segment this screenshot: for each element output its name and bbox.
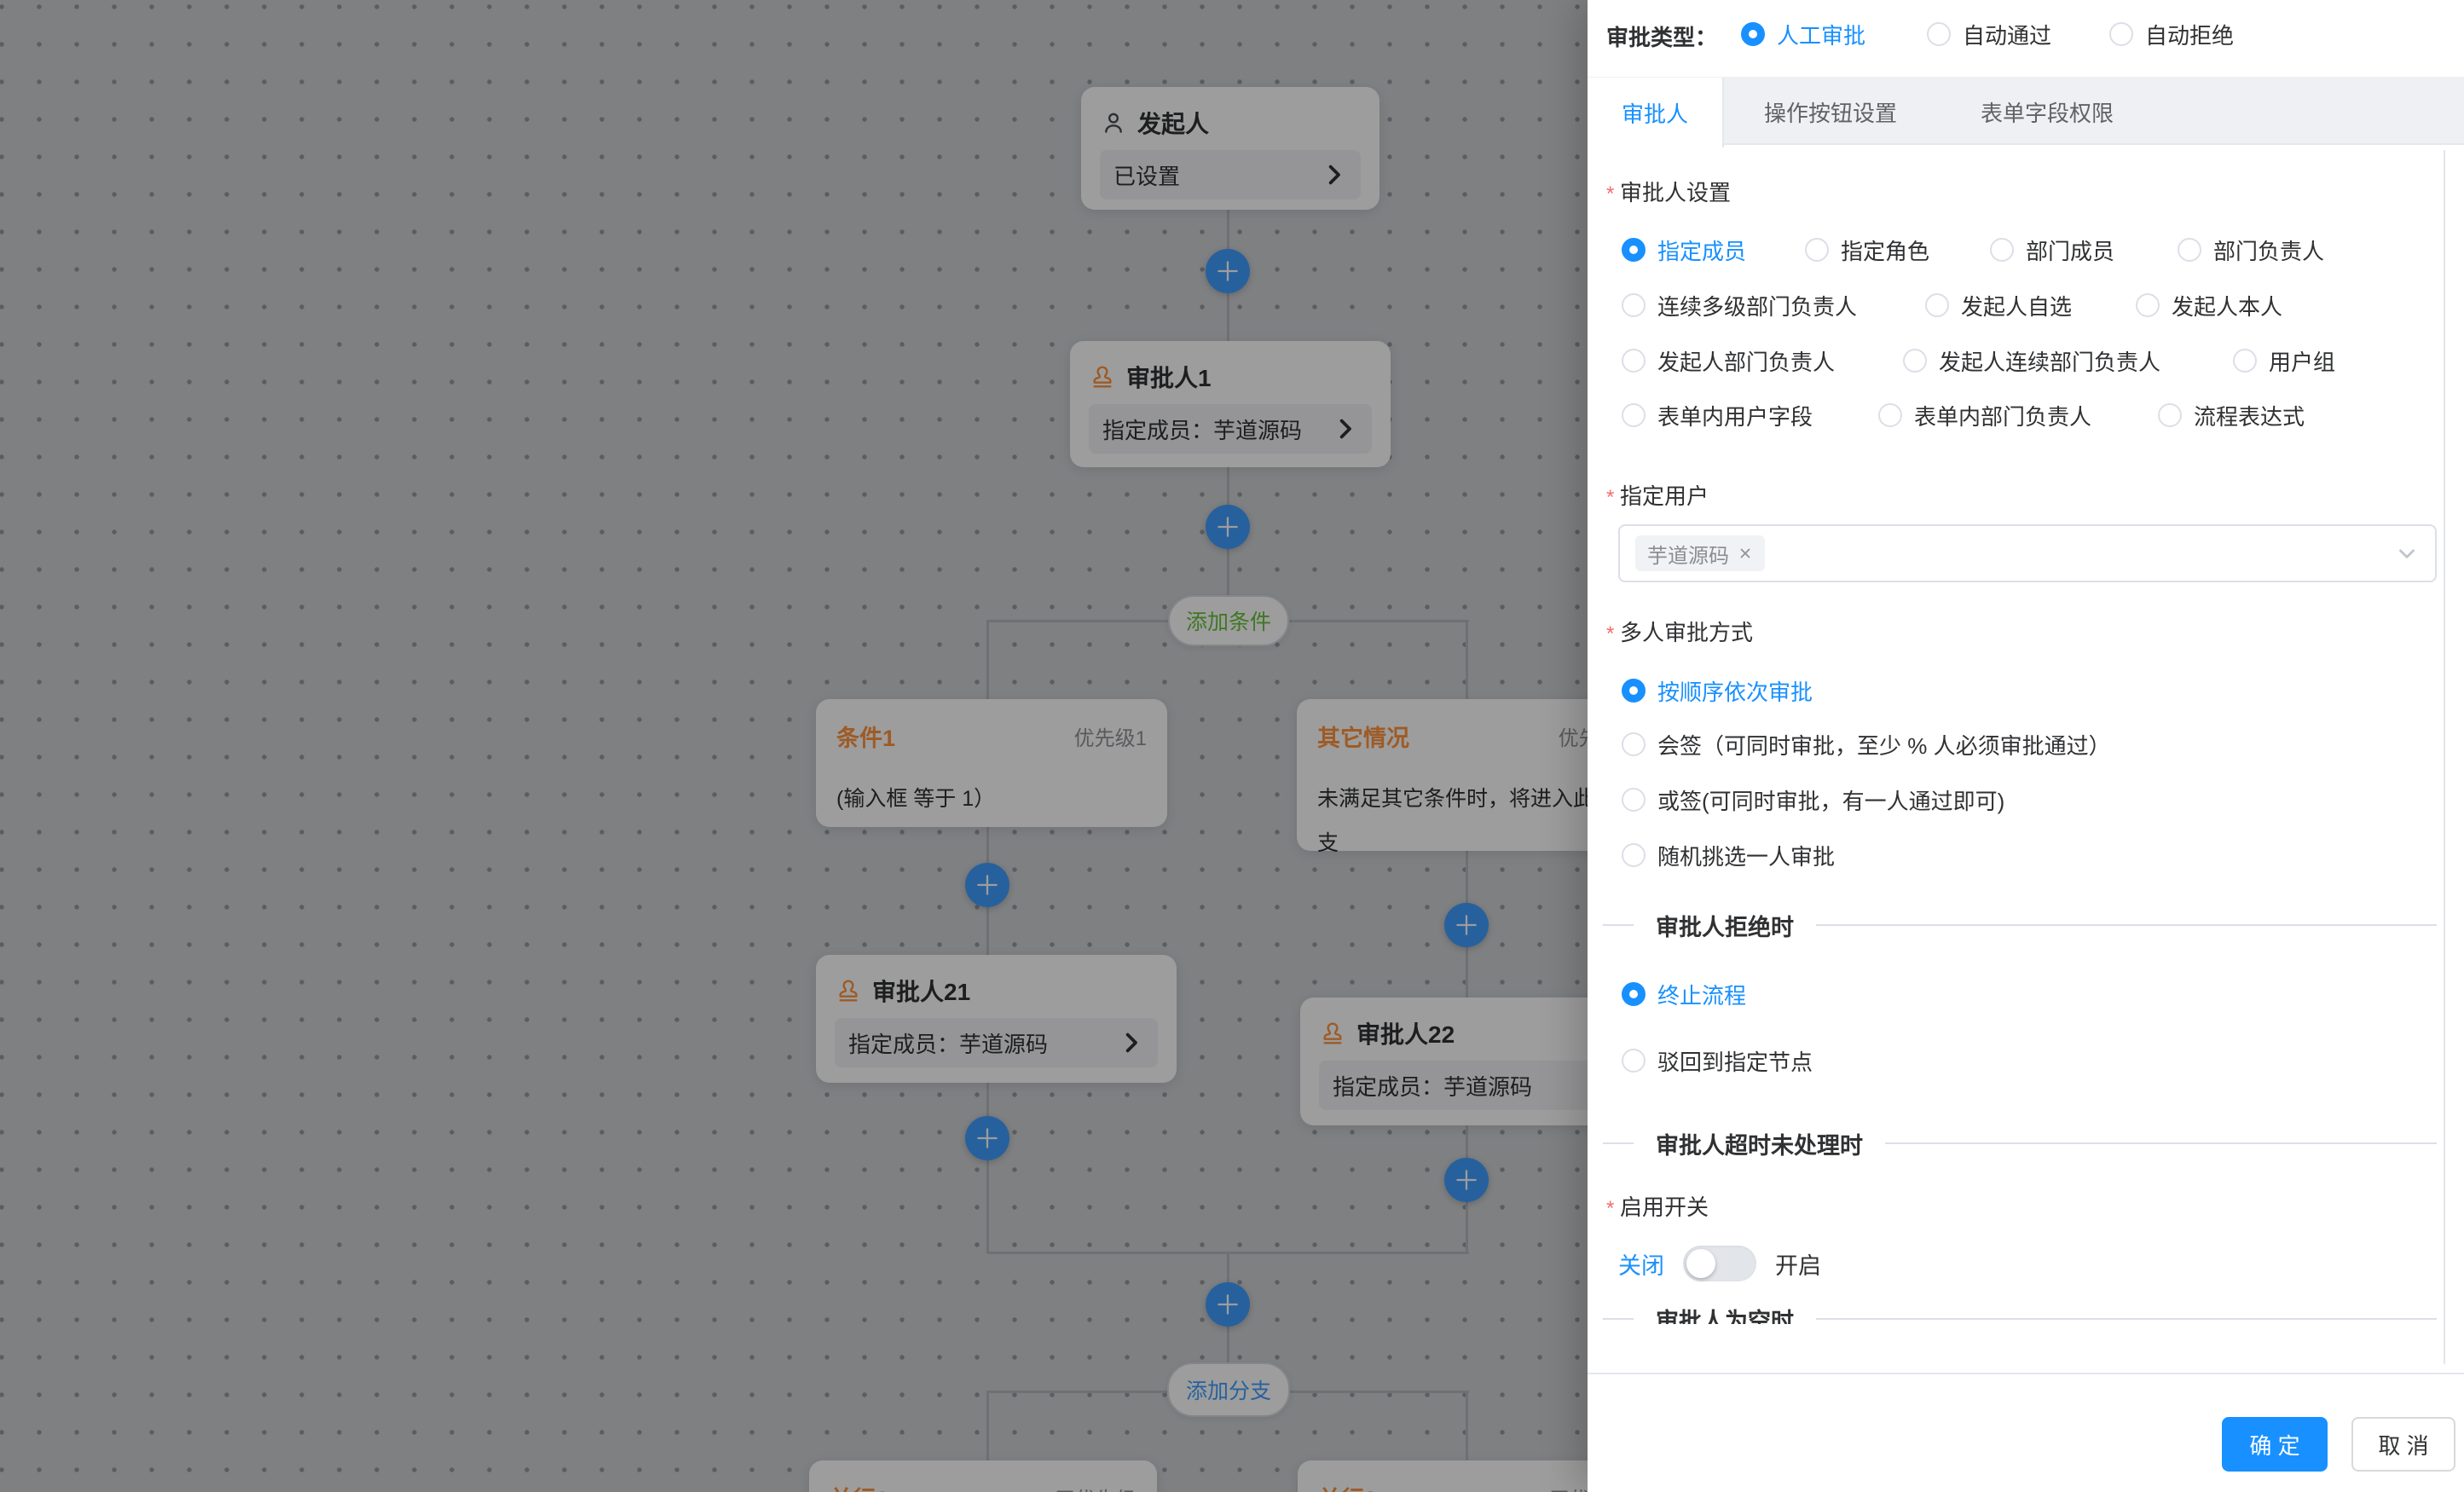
- radio-orsign[interactable]: 或签(可同时审批，有一人通过即可): [1622, 786, 2004, 813]
- radio-icon: [1622, 788, 1646, 812]
- radio-auto-reject[interactable]: 自动拒绝: [2109, 20, 2234, 48]
- radio-initiator-dept-leader[interactable]: 发起人部门负责人: [1622, 347, 1835, 374]
- radio-icon: [1622, 982, 1646, 1006]
- radio-multi-level-dept-leader[interactable]: 连续多级部门负责人: [1622, 292, 1857, 319]
- timeout-section-title: 审批人超时未处理时: [1656, 1127, 1863, 1160]
- panel-scrollbar[interactable]: [2444, 150, 2445, 1364]
- radio-icon: [1622, 349, 1646, 373]
- reject-section-title: 审批人拒绝时: [1656, 909, 1794, 942]
- workflow-designer: 发起人 已设置 审批人1 指定成员：芋道源码: [0, 0, 2464, 1492]
- radio-icon: [1622, 679, 1646, 703]
- radio-auto-pass[interactable]: 自动通过: [1927, 20, 2051, 48]
- tab-form-field-permission[interactable]: 表单字段权限: [1937, 78, 2157, 146]
- radio-icon: [1622, 732, 1646, 756]
- toggle-knob: [1686, 1249, 1715, 1278]
- tab-approver[interactable]: 审批人: [1588, 78, 1724, 147]
- radio-terminate-process[interactable]: 终止流程: [1622, 980, 1746, 1008]
- radio-initiator-multi-dept-leader[interactable]: 发起人连续部门负责人: [1903, 347, 2160, 374]
- assign-user-select[interactable]: 芋道源码: [1618, 524, 2437, 582]
- timeout-switch-row: 关闭 开启: [1618, 1243, 1821, 1284]
- radio-form-dept-leader[interactable]: 表单内部门负责人: [1878, 402, 2091, 429]
- clipped-section: 审批人为空时: [1588, 1305, 2464, 1324]
- approval-type-label: 审批类型：: [1606, 20, 1717, 52]
- radio-icon: [1622, 1049, 1646, 1073]
- radio-icon: [2136, 293, 2160, 317]
- radio-icon: [2158, 403, 2182, 427]
- radio-return-to-node[interactable]: 驳回到指定节点: [1622, 1047, 1813, 1074]
- approval-settings-panel: 审批类型： 人工审批 自动通过 自动拒绝 审批人 操作按钮设置 表单字段权限: [1588, 0, 2464, 1492]
- radio-dept-leader[interactable]: 部门负责人: [2178, 236, 2324, 263]
- switch-off-label: 关闭: [1618, 1247, 1664, 1281]
- radio-icon: [2178, 238, 2201, 262]
- radio-icon: [1622, 238, 1646, 262]
- radio-icon: [1622, 403, 1646, 427]
- radio-icon: [1741, 22, 1765, 46]
- approver-setting-label: 审批人设置: [1606, 176, 1731, 207]
- radio-random-one[interactable]: 随机挑选一人审批: [1622, 841, 1835, 869]
- radio-assign-member[interactable]: 指定成员: [1622, 236, 1746, 263]
- radio-icon: [2233, 349, 2257, 373]
- reject-section-divider: 审批人拒绝时: [1603, 911, 2437, 939]
- radio-manual-approval[interactable]: 人工审批: [1741, 20, 1865, 48]
- footer-divider: [1588, 1373, 2464, 1374]
- radio-user-group[interactable]: 用户组: [2233, 347, 2335, 374]
- radio-icon: [1903, 349, 1927, 373]
- settings-tabstrip: 审批人 操作按钮设置 表单字段权限: [1588, 77, 2464, 145]
- radio-icon: [2109, 22, 2133, 46]
- user-tag: 芋道源码: [1635, 535, 1765, 571]
- radio-dept-member[interactable]: 部门成员: [1990, 236, 2114, 263]
- switch-on-label: 开启: [1775, 1247, 1821, 1281]
- confirm-button[interactable]: 确 定: [2222, 1417, 2328, 1472]
- tag-close-icon[interactable]: [1738, 546, 1753, 561]
- radio-icon: [1622, 843, 1646, 867]
- empty-section-title: 审批人为空时: [1656, 1305, 1794, 1324]
- cancel-button[interactable]: 取 消: [2351, 1417, 2455, 1472]
- radio-initiator-choose[interactable]: 发起人自选: [1925, 292, 2072, 319]
- radio-icon: [1925, 293, 1949, 317]
- radio-icon: [1622, 293, 1646, 317]
- radio-icon: [1805, 238, 1829, 262]
- radio-countersign[interactable]: 会签（可同时审批，至少 % 人必须审批通过）: [1622, 731, 2111, 758]
- chevron-down-icon: [2394, 541, 2420, 566]
- multi-mode-label: 多人审批方式: [1606, 616, 1753, 647]
- radio-initiator-self[interactable]: 发起人本人: [2136, 292, 2282, 319]
- radio-sequential-approval[interactable]: 按顺序依次审批: [1622, 677, 1813, 704]
- assign-user-label: 指定用户: [1606, 479, 1709, 511]
- tab-action-buttons[interactable]: 操作按钮设置: [1724, 78, 1937, 146]
- timeout-section-divider: 审批人超时未处理时: [1603, 1130, 2437, 1157]
- empty-section-divider: 审批人为空时: [1603, 1305, 2437, 1324]
- radio-assign-role[interactable]: 指定角色: [1805, 236, 1929, 263]
- enable-switch-label: 启用开关: [1606, 1190, 1709, 1222]
- radio-icon: [1990, 238, 2014, 262]
- radio-process-expression[interactable]: 流程表达式: [2158, 402, 2305, 429]
- radio-form-user-field[interactable]: 表单内用户字段: [1622, 402, 1813, 429]
- timeout-toggle[interactable]: [1683, 1246, 1756, 1281]
- radio-icon: [1878, 403, 1902, 427]
- radio-icon: [1927, 22, 1951, 46]
